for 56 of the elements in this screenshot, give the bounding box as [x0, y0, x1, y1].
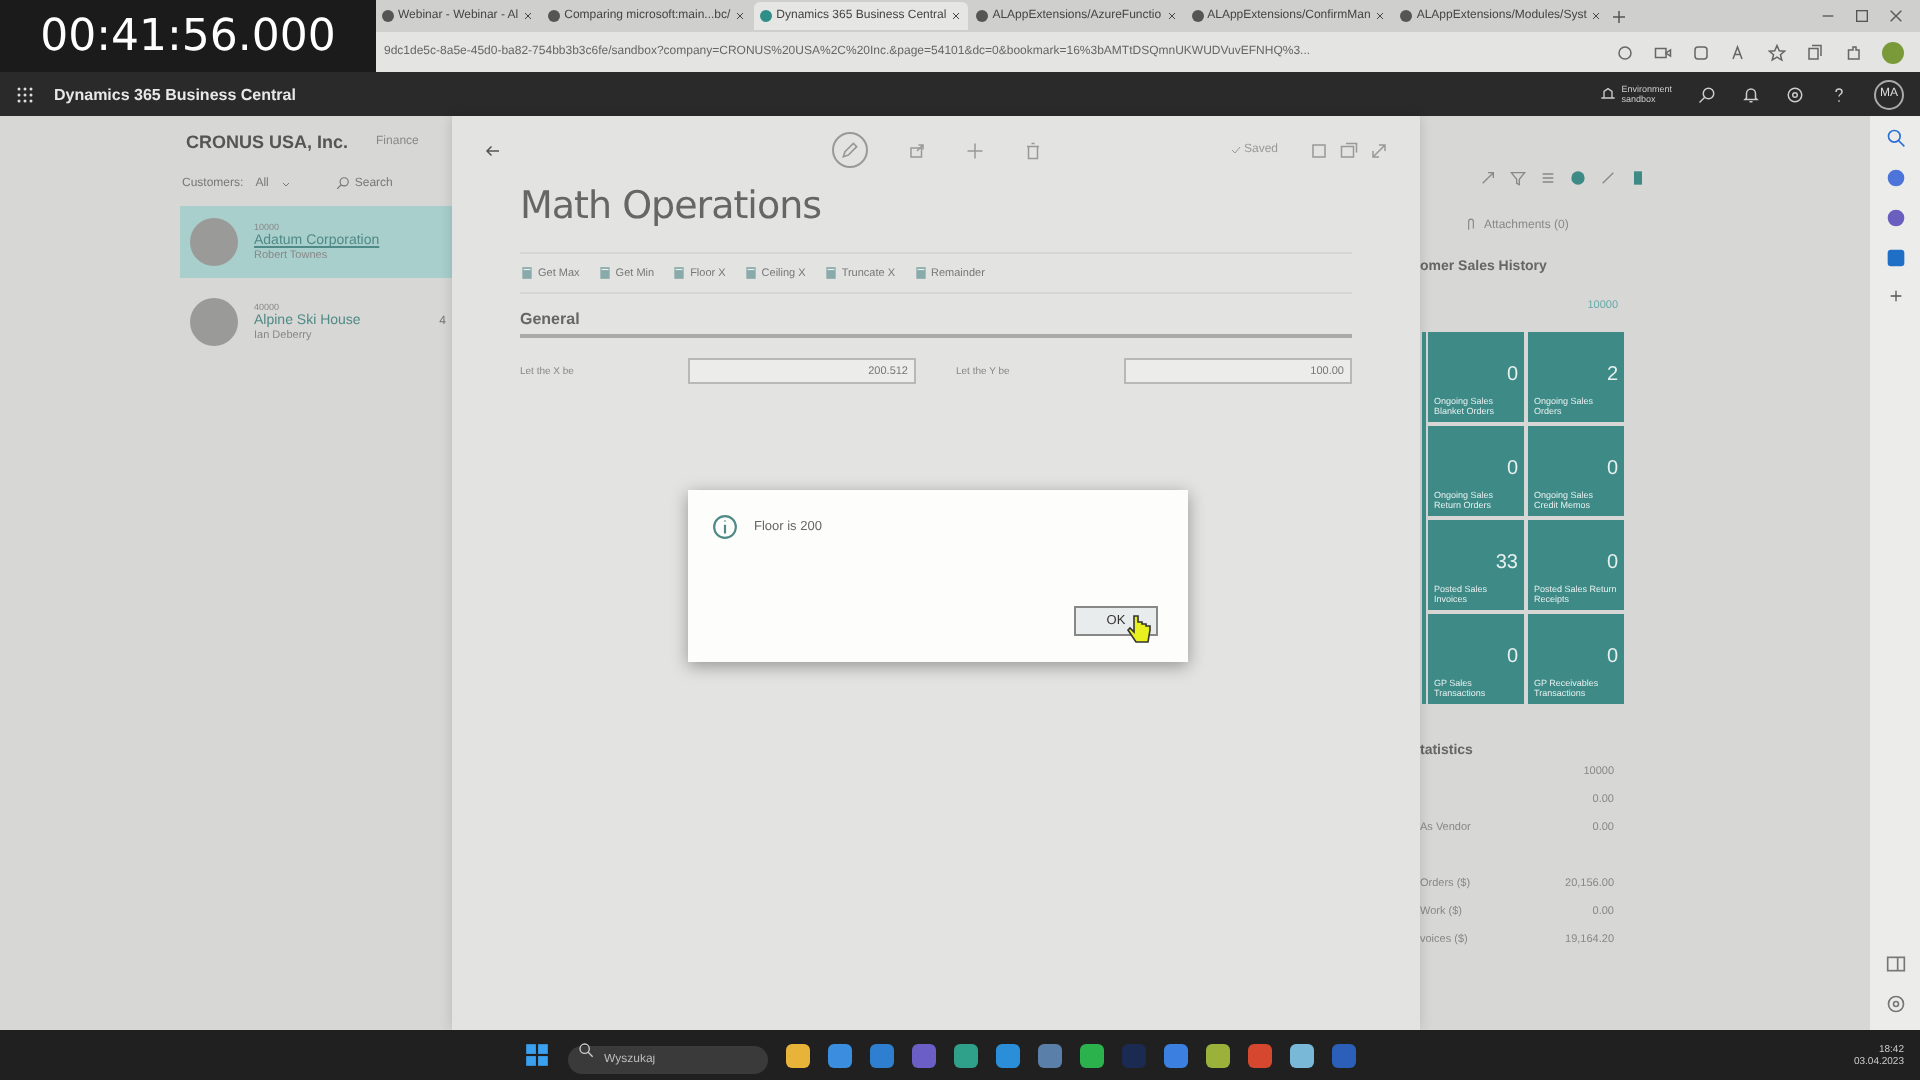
- start-icon[interactable]: [524, 1042, 550, 1068]
- close-icon: [1165, 10, 1178, 22]
- read-aloud-icon[interactable]: [1730, 43, 1748, 61]
- taskbar-app-icon[interactable]: [1206, 1043, 1230, 1067]
- taskbar-app-icon[interactable]: [786, 1043, 810, 1067]
- bell-icon[interactable]: [1742, 85, 1760, 103]
- new-tab-icon[interactable]: [1610, 7, 1629, 25]
- avatar-placeholder: [190, 218, 238, 266]
- sidebar-icon[interactable]: [1885, 954, 1905, 974]
- taskbar-app-icon[interactable]: [1290, 1043, 1314, 1067]
- video-icon[interactable]: [1654, 43, 1672, 61]
- avatar-placeholder: [190, 298, 238, 346]
- hand-cursor-icon: [1126, 614, 1154, 646]
- new-window-icon[interactable]: [1340, 141, 1358, 159]
- app-title: Dynamics 365 Business Central: [54, 85, 296, 103]
- collections-icon[interactable]: [1806, 43, 1824, 61]
- check-icon: [1229, 144, 1242, 156]
- company-name: CRONUS USA, Inc.: [186, 132, 349, 152]
- taskbar-app-icon[interactable]: [954, 1043, 978, 1067]
- star-icon[interactable]: [1768, 43, 1786, 61]
- paperclip-icon: [1464, 218, 1478, 232]
- close-icon: [1590, 10, 1603, 22]
- taskbar-app-icon[interactable]: [1080, 1043, 1104, 1067]
- plus-icon[interactable]: [1887, 288, 1903, 304]
- taskbar-app-icon[interactable]: [1038, 1043, 1062, 1067]
- section-heading: General: [520, 310, 1352, 338]
- calculator-icon: [913, 266, 928, 280]
- maximize-icon[interactable]: [1854, 8, 1870, 24]
- edit-button[interactable]: [832, 132, 868, 168]
- calculator-icon: [743, 266, 758, 280]
- close-icon: [950, 10, 963, 22]
- app-launcher-icon[interactable]: [16, 85, 34, 103]
- taskbar-app-icon[interactable]: [1248, 1043, 1272, 1067]
- help-icon[interactable]: [1830, 85, 1848, 103]
- close-icon: [1374, 10, 1387, 22]
- close-icon: [734, 10, 747, 22]
- close-icon[interactable]: [1888, 8, 1904, 24]
- taskbar-app-icon[interactable]: [828, 1043, 852, 1067]
- calculator-icon: [520, 266, 534, 280]
- calculator-icon: [823, 266, 838, 280]
- trash-icon[interactable]: [1024, 141, 1042, 159]
- filter-icon[interactable]: [1510, 170, 1526, 186]
- search-icon[interactable]: [1885, 128, 1905, 148]
- video-timestamp: 00:41:56.000: [0, 0, 376, 72]
- page-title: Math Operations: [520, 184, 824, 228]
- settings-icon[interactable]: [1786, 85, 1804, 103]
- calculator-icon: [597, 266, 612, 280]
- taskbar-app-icon[interactable]: [996, 1043, 1020, 1067]
- close-icon: [522, 10, 535, 22]
- search-icon[interactable]: [1698, 85, 1716, 103]
- taskbar-app-icon[interactable]: [1164, 1043, 1188, 1067]
- pencil-icon: [840, 140, 860, 160]
- calculator-icon: [672, 266, 687, 280]
- back-arrow-icon[interactable]: [484, 141, 502, 159]
- taskbar-app-icon[interactable]: [870, 1043, 894, 1067]
- profile-avatar[interactable]: [1882, 41, 1904, 63]
